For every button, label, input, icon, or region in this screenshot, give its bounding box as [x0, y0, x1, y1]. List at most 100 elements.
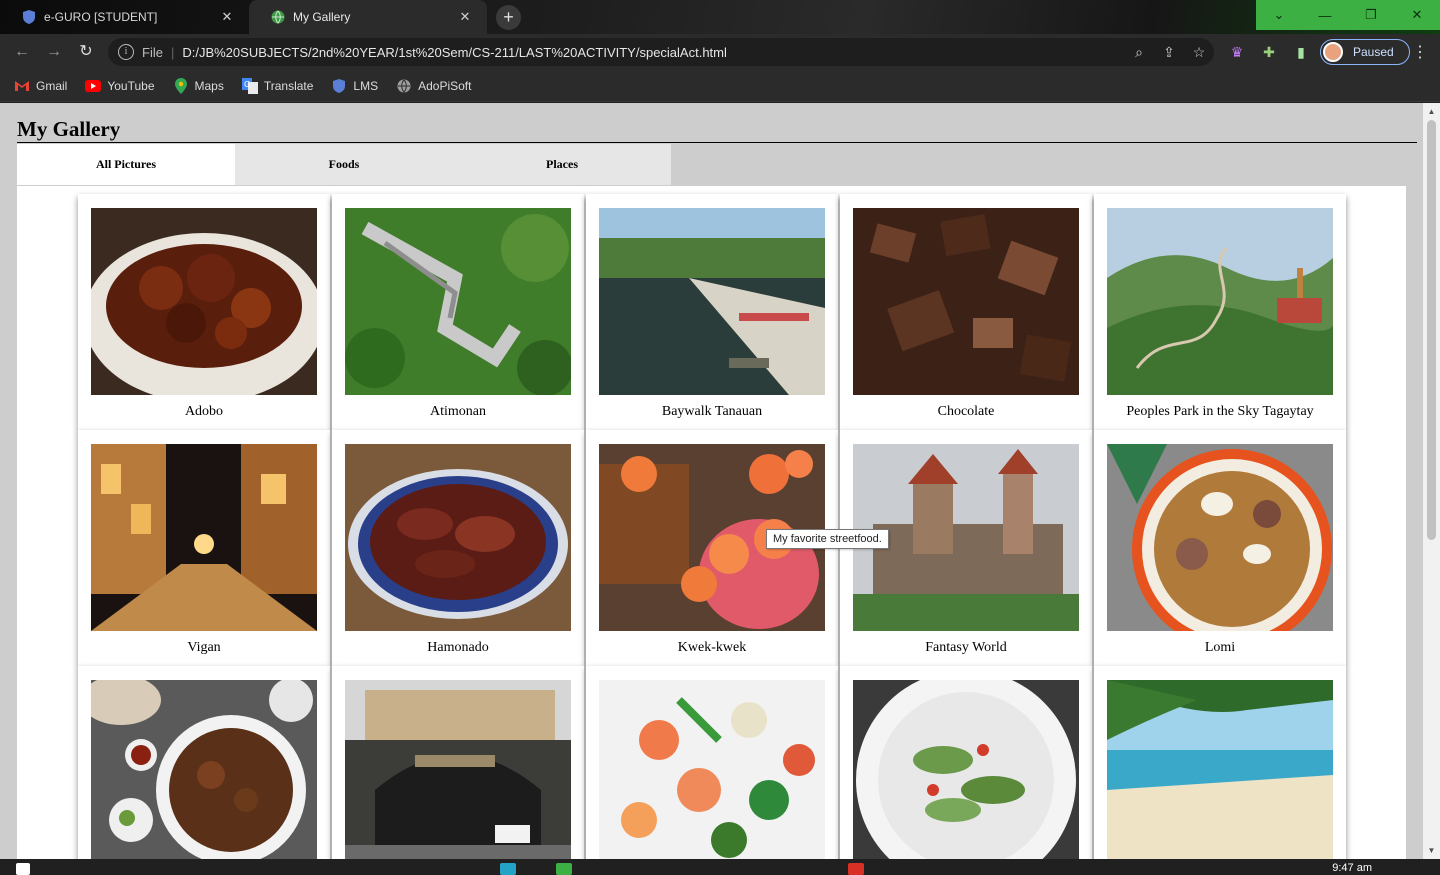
gmail-icon: [14, 78, 30, 94]
gallery-card[interactable]: [78, 666, 330, 859]
gallery-card[interactable]: [332, 666, 584, 859]
more-menu-icon[interactable]: ⋮: [1410, 42, 1430, 62]
minimize-button[interactable]: —: [1302, 0, 1348, 30]
gallery-grid: Adobo Atimonan Baywalk Tanauan Chocolate Peo…: [78, 194, 1346, 859]
food-photo[interactable]: [599, 680, 825, 859]
taskbar-clock: 9:47 am: [1332, 862, 1372, 874]
page-scrollbar[interactable]: ▲ ▼: [1423, 103, 1440, 859]
windows-start-icon[interactable]: [16, 863, 30, 875]
close-window-button[interactable]: ✕: [1394, 0, 1440, 30]
gallery-caption: Lomi: [1204, 640, 1236, 655]
tab-title: e-GURO [STUDENT]: [44, 10, 158, 24]
forward-button[interactable]: →: [44, 42, 64, 62]
extension-icon[interactable]: ♛: [1228, 43, 1246, 61]
gallery-card[interactable]: [586, 666, 838, 859]
gallery-card[interactable]: Baywalk Tanauan: [586, 194, 838, 430]
close-icon[interactable]: ✕: [457, 9, 473, 25]
gallery-card[interactable]: Chocolate: [840, 194, 1092, 430]
maps-icon: [173, 77, 189, 94]
scroll-down-icon[interactable]: ▼: [1423, 842, 1440, 859]
gallery-card[interactable]: Lomi: [1094, 430, 1346, 666]
food-photo[interactable]: [345, 444, 571, 631]
gallery-caption: Adobo: [184, 404, 224, 419]
scroll-thumb[interactable]: [1427, 120, 1436, 540]
bookmark-gmail[interactable]: Gmail: [14, 78, 67, 94]
os-taskbar: 9:47 am: [0, 859, 1440, 875]
avatar: [1323, 42, 1343, 62]
gallery-card[interactable]: Adobo: [78, 194, 330, 430]
place-photo[interactable]: [1107, 208, 1333, 395]
page-viewport: My Gallery All Pictures Foods Places Ado…: [0, 103, 1423, 859]
gallery-card[interactable]: Peoples Park in the Sky Tagaytay: [1094, 194, 1346, 430]
place-photo[interactable]: [91, 444, 317, 631]
bookmark-lms[interactable]: LMS: [331, 78, 378, 94]
chevron-down-icon[interactable]: ⌄: [1256, 0, 1302, 30]
tab-all-pictures[interactable]: All Pictures: [17, 144, 235, 185]
gallery-card[interactable]: [840, 666, 1092, 859]
gallery-card[interactable]: Atimonan: [332, 194, 584, 430]
profile-button[interactable]: Paused: [1320, 39, 1410, 65]
food-photo[interactable]: [853, 208, 1079, 395]
food-photo[interactable]: [91, 208, 317, 395]
browser-tab-my-gallery[interactable]: My Gallery ✕: [249, 0, 487, 34]
bookmarks-bar: Gmail YouTube Maps G Translate LMS AdoPi…: [0, 70, 1440, 102]
close-icon[interactable]: ✕: [219, 9, 235, 25]
gallery-card[interactable]: [1094, 666, 1346, 859]
bookmark-label: YouTube: [107, 78, 155, 93]
info-icon[interactable]: i: [118, 44, 134, 60]
back-button[interactable]: ←: [12, 42, 32, 62]
image-tooltip: My favorite streetfood.: [766, 529, 889, 549]
food-photo[interactable]: [853, 680, 1079, 859]
window-controls: ⌄ — ❐ ✕: [1256, 0, 1440, 30]
gallery-caption: Peoples Park in the Sky Tagaytay: [1126, 404, 1314, 419]
gallery-card[interactable]: Hamonado: [332, 430, 584, 666]
reload-button[interactable]: ↻: [76, 42, 96, 62]
scroll-up-icon[interactable]: ▲: [1423, 103, 1440, 120]
place-photo[interactable]: [599, 208, 825, 395]
url-separator: |: [170, 44, 175, 60]
puzzle-icon[interactable]: ✚: [1260, 43, 1278, 61]
place-photo[interactable]: [345, 680, 571, 859]
url-text[interactable]: D:/JB%20SUBJECTS/2nd%20YEAR/1st%20Sem/CS…: [182, 45, 1124, 60]
food-photo[interactable]: [91, 680, 317, 859]
shield-icon: [331, 78, 347, 94]
browser-tab-eguro[interactable]: e-GURO [STUDENT] ✕: [0, 0, 249, 34]
tab-places[interactable]: Places: [453, 144, 671, 185]
taskbar-app-icon[interactable]: [556, 863, 572, 875]
shield-icon: [22, 10, 36, 24]
gallery-card[interactable]: Vigan: [78, 430, 330, 666]
gallery-caption: Chocolate: [937, 404, 995, 419]
globe-icon: [271, 10, 285, 24]
food-photo[interactable]: [1107, 444, 1333, 631]
address-bar[interactable]: i File | D:/JB%20SUBJECTS/2nd%20YEAR/1st…: [108, 38, 1214, 66]
gallery-caption: Fantasy World: [925, 640, 1007, 655]
bookmark-label: Gmail: [36, 78, 68, 93]
zoom-icon[interactable]: ⌕: [1124, 44, 1154, 61]
profile-status: Paused: [1353, 45, 1394, 59]
bookmark-maps[interactable]: Maps: [173, 77, 224, 94]
browser-tab-strip: e-GURO [STUDENT] ✕ My Gallery ✕ + ⌄ — ❐ …: [0, 0, 1440, 34]
taskbar-app-icon[interactable]: [500, 863, 516, 875]
place-photo[interactable]: [345, 208, 571, 395]
bookmark-youtube[interactable]: YouTube: [85, 78, 155, 94]
taskbar-app-icon[interactable]: [848, 863, 864, 875]
gallery-caption: Hamonado: [427, 640, 489, 655]
new-tab-button[interactable]: +: [496, 5, 521, 30]
place-photo[interactable]: [1107, 680, 1333, 859]
title-divider: [17, 142, 1417, 143]
restore-button[interactable]: ❐: [1348, 0, 1394, 30]
bookmark-translate[interactable]: G Translate: [241, 77, 313, 94]
bookmark-adopisoft[interactable]: AdoPiSoft: [396, 78, 471, 94]
star-icon[interactable]: ☆: [1184, 44, 1214, 61]
youtube-icon: [85, 78, 102, 94]
tab-title: My Gallery: [293, 10, 351, 24]
sidepanel-icon[interactable]: ▮: [1292, 43, 1310, 61]
gallery-caption: Vigan: [187, 640, 221, 655]
bookmark-label: Maps: [194, 78, 224, 93]
gallery-caption: Atimonan: [430, 404, 486, 419]
browser-toolbar: ← → ↻ i File | D:/JB%20SUBJECTS/2nd%20YE…: [0, 34, 1440, 70]
gallery-caption: Baywalk Tanauan: [661, 404, 763, 419]
svg-text:G: G: [244, 80, 250, 89]
share-icon[interactable]: ⇪: [1154, 44, 1184, 61]
tab-foods[interactable]: Foods: [235, 144, 453, 185]
